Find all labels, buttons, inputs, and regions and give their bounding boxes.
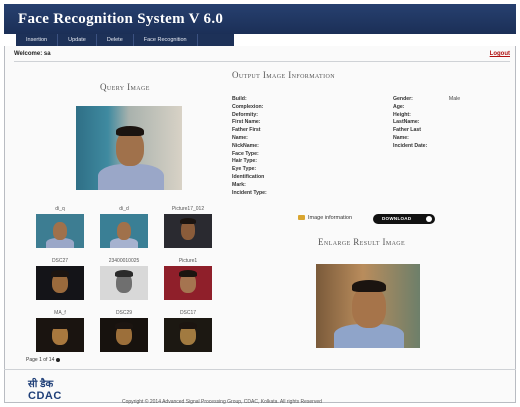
field-age: Age:	[393, 103, 405, 110]
info-fields-right: Gender: Male Age: Height: LastName: Fath…	[393, 96, 493, 151]
gallery-thumbnail[interactable]	[36, 214, 84, 248]
gallery-thumbnail[interactable]	[100, 214, 148, 248]
field-father-last: Father Last	[393, 127, 421, 134]
gallery-item[interactable]: di_d	[100, 205, 148, 248]
gallery-item[interactable]: di_q	[36, 205, 84, 248]
gallery-item-label: DSC17	[179, 310, 197, 316]
field-hair-type: Hair Type:	[232, 158, 257, 165]
field-last-name: LastName:	[393, 119, 420, 126]
field-identification: Identification	[232, 173, 265, 180]
gallery-item[interactable]: DSC17	[164, 309, 212, 352]
image-information-label: Image information	[308, 215, 353, 221]
query-hair	[116, 126, 144, 136]
logout-link[interactable]: Logout	[490, 51, 510, 57]
thumb-face	[117, 222, 131, 240]
thumb-face	[53, 222, 67, 240]
image-information-link[interactable]: Image information	[298, 215, 352, 221]
gallery-thumbnail[interactable]	[164, 318, 212, 352]
gallery-item-label: DSC29	[115, 310, 133, 316]
gallery-thumbnail[interactable]	[164, 214, 212, 248]
footer-divider	[4, 369, 516, 370]
folder-icon	[298, 215, 305, 221]
query-image-title: Query Image	[100, 82, 150, 92]
gallery-item-label: Picture17_012	[171, 206, 205, 212]
gallery-item-label: 23400010025	[108, 258, 140, 264]
result-face	[352, 286, 386, 328]
field-gender: Gender: Male	[393, 96, 493, 104]
app-title: Face Recognition System V 6.0	[18, 11, 224, 27]
gallery-item[interactable]: Picture1	[164, 257, 212, 300]
field-father-first-name: Name:	[232, 134, 248, 141]
gallery-item[interactable]: DSC27	[36, 257, 84, 300]
gallery-item-label: MA_f	[54, 310, 66, 316]
gallery-thumbnail[interactable]	[100, 318, 148, 352]
thumb-hair	[180, 218, 196, 224]
cdac-logo: CDAC	[28, 390, 62, 402]
gallery-item-label: di_q	[55, 206, 65, 212]
enlarged-result-image	[316, 264, 420, 348]
nav-item-insertion[interactable]: Insertion	[16, 34, 59, 46]
field-height: Height:	[393, 111, 411, 118]
thumb-hair	[179, 322, 197, 329]
enlarge-result-title: Enlarge Result Image	[318, 237, 406, 247]
field-gender-value: Male	[448, 96, 461, 102]
gallery-thumbnail[interactable]	[100, 266, 148, 300]
pager-text: Page 1 of 14	[26, 357, 55, 363]
nav-item-update[interactable]: Update	[58, 34, 97, 46]
thumb-hair	[51, 322, 69, 329]
copyright-text: Copyright © 2014 Advanced Signal Process…	[122, 399, 322, 405]
field-complexion: Complexion:	[232, 103, 264, 110]
gallery-item[interactable]: 23400010025	[100, 257, 148, 300]
gallery-item[interactable]: DSC29	[100, 309, 148, 352]
field-first-name: First Name:	[232, 119, 261, 126]
nav-bar: Insertion Update Delete Face Recognition	[4, 34, 516, 46]
field-father-first: Father First	[232, 127, 261, 134]
thumb-hair	[115, 270, 133, 277]
field-eye-type: Eye Type:	[232, 166, 257, 173]
nav-item-face-recognition[interactable]: Face Recognition	[134, 34, 198, 46]
result-hair	[352, 280, 386, 292]
download-icon	[426, 216, 432, 222]
thumb-hair	[179, 270, 197, 277]
field-father-last-name: Name:	[393, 134, 409, 141]
query-shirt	[98, 164, 164, 190]
info-fields-left: Build: Complexion: Deformity: First Name…	[232, 96, 382, 197]
gallery-item-label: DSC27	[51, 258, 69, 264]
nav-group: Insertion Update Delete Face Recognition	[16, 34, 234, 46]
gallery-thumbnail[interactable]	[36, 266, 84, 300]
app-header: Face Recognition System V 6.0	[4, 4, 516, 34]
thumb-hair	[51, 270, 69, 277]
field-nickname: NickName:	[232, 142, 259, 149]
field-deformity: Deformity:	[232, 111, 258, 118]
gallery-item[interactable]: MA_f	[36, 309, 84, 352]
welcome-text: Welcome: sa	[14, 51, 51, 57]
field-build: Build:	[232, 96, 247, 102]
nav-item-delete[interactable]: Delete	[97, 34, 134, 46]
gallery-thumbnail[interactable]	[164, 266, 212, 300]
field-mark: Mark:	[232, 181, 246, 188]
field-face-type: Face Type:	[232, 150, 259, 157]
gallery-thumbnail[interactable]	[36, 318, 84, 352]
welcome-bar: Welcome: sa Logout	[14, 48, 510, 62]
download-button[interactable]: DOWNLOAD	[373, 214, 435, 224]
cdac-logo-hindi: सी डैक	[28, 379, 54, 390]
download-label: DOWNLOAD	[382, 216, 412, 221]
gallery-item[interactable]: Picture17_012	[164, 205, 212, 248]
field-incident-type: Incident Type:	[232, 189, 267, 196]
field-gender-label: Gender:	[393, 96, 413, 102]
gallery-pager: Page 1 of 14	[26, 357, 61, 363]
gallery-item-label: Picture1	[178, 258, 198, 264]
output-info-title: Output Image Information	[232, 70, 335, 80]
thumb-hair	[115, 322, 133, 329]
field-incident-date: Incident Date:	[393, 142, 428, 149]
next-page-icon[interactable]	[56, 357, 61, 362]
gallery-item-label: di_d	[119, 206, 129, 212]
query-image	[76, 106, 182, 190]
